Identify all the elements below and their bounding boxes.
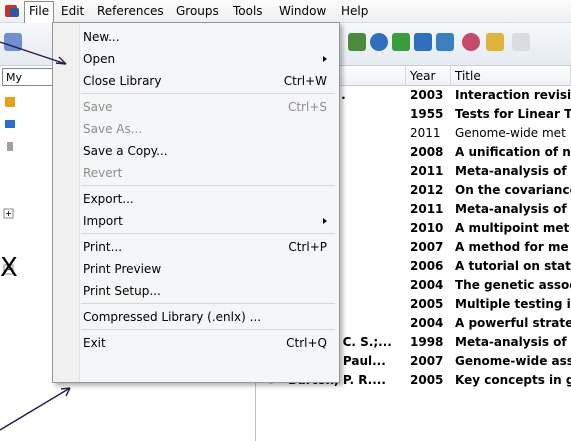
menu-file[interactable]: File — [24, 1, 55, 23]
cell-year: 2010 — [410, 221, 444, 235]
menu-separator — [81, 93, 335, 94]
back-arrow-icon[interactable] — [392, 33, 410, 51]
cell-year: 2004 — [410, 316, 444, 330]
trash-icon[interactable] — [4, 140, 16, 152]
online-search-icon[interactable] — [436, 33, 454, 51]
menu-item-label: Compressed Library (.enlx) ... — [83, 310, 262, 324]
unfiled-icon[interactable] — [4, 118, 16, 130]
more-icon[interactable] — [512, 33, 530, 51]
cell-year: 2003 — [410, 88, 444, 102]
cell-year: 2011 — [410, 164, 444, 178]
menu-item-compressed-library-enlx[interactable]: Compressed Library (.enlx) ... — [55, 306, 337, 328]
find-fulltext-icon[interactable] — [462, 33, 480, 51]
expand-group-icon[interactable] — [3, 208, 15, 220]
insert-citation-icon[interactable] — [348, 33, 366, 51]
cell-year: 2007 — [410, 240, 444, 254]
cell-year: 2008 — [410, 145, 444, 159]
submenu-arrow-icon — [323, 56, 327, 62]
menu-help[interactable]: Help — [337, 3, 372, 19]
menu-item-label: Save — [83, 100, 113, 114]
cell-year: 2011 — [410, 202, 444, 216]
menu-item-label: Print... — [83, 240, 123, 254]
menu-item-revert: Revert — [55, 162, 337, 184]
menu-separator — [81, 303, 335, 304]
endnote-app-icon[interactable] — [4, 3, 20, 19]
cell-title: The genetic assoc — [455, 278, 571, 292]
annotation-x-mark: X — [0, 253, 18, 283]
menu-edit[interactable]: Edit — [57, 3, 88, 19]
menu-item-label: Close Library — [83, 74, 162, 88]
year-column-header[interactable]: Year — [406, 66, 451, 86]
menu-window[interactable]: Window — [275, 3, 330, 19]
menubar: File Edit References Groups Tools Window… — [0, 0, 571, 23]
menu-item-print-setup[interactable]: Print Setup... — [55, 280, 337, 302]
cell-title: Tests for Linear T — [455, 107, 571, 121]
library-icon[interactable] — [4, 33, 22, 51]
menu-item-label: Revert — [83, 166, 123, 180]
cell-title: Key concepts in g — [455, 373, 571, 387]
menu-item-label: New... — [83, 30, 120, 44]
cell-title: A tutorial on stat — [455, 259, 571, 273]
menu-item-label: Print Preview — [83, 262, 162, 276]
menu-item-label: Exit — [83, 336, 106, 350]
cell-year: 2007 — [410, 354, 444, 368]
menu-item-save-a-copy[interactable]: Save a Copy... — [55, 140, 337, 162]
search-icon[interactable] — [370, 33, 388, 51]
open-folder-icon[interactable] — [486, 33, 504, 51]
cell-title: Meta-analysis of — [455, 202, 567, 216]
cell-title: A unification of n — [455, 145, 571, 159]
cell-year: 2012 — [410, 183, 444, 197]
title-column-header[interactable]: Title — [451, 66, 571, 86]
menu-item-label: Save a Copy... — [83, 144, 168, 158]
cell-year: 2005 — [410, 297, 444, 311]
menu-item-label: Open — [83, 52, 116, 66]
cell-year: 1955 — [410, 107, 444, 121]
all-references-icon[interactable] — [4, 96, 16, 108]
forward-arrow-icon[interactable] — [414, 33, 432, 51]
menu-item-print-preview[interactable]: Print Preview — [55, 258, 337, 280]
cell-year: 1998 — [410, 335, 444, 349]
menu-separator — [81, 329, 335, 330]
menu-item-open[interactable]: Open — [55, 48, 337, 70]
cell-title: Genome-wide met — [455, 126, 566, 140]
cell-title: A powerful strate — [455, 316, 571, 330]
cell-title: Genome-wide ass — [455, 354, 571, 368]
menu-item-shortcut: Ctrl+S — [287, 100, 327, 114]
cell-title: Meta-analysis of — [455, 335, 567, 349]
cell-year: 2005 — [410, 373, 444, 387]
menu-item-import[interactable]: Import — [55, 210, 337, 232]
menu-separator — [81, 185, 335, 186]
cell-year: 2004 — [410, 278, 444, 292]
menu-item-shortcut: Ctrl+Q — [286, 336, 327, 350]
menu-item-label: Save As... — [83, 122, 143, 136]
menu-item-label: Export... — [83, 192, 134, 206]
menu-item-label: Print Setup... — [83, 284, 161, 298]
cell-year: 2006 — [410, 259, 444, 273]
menu-item-save: Save Ctrl+S — [55, 96, 337, 118]
cell-year: 2011 — [410, 126, 441, 140]
cell-title: A method for me — [455, 240, 569, 254]
menu-item-close-library[interactable]: Close Library Ctrl+W — [55, 70, 337, 92]
menu-item-shortcut: Ctrl+W — [283, 74, 327, 88]
submenu-arrow-icon — [323, 218, 327, 224]
menu-item-save-as: Save As... — [55, 118, 337, 140]
menu-item-label: Import — [83, 214, 123, 228]
cell-title: A multipoint met — [455, 221, 570, 235]
menu-item-shortcut: Ctrl+P — [288, 240, 327, 254]
menu-tools[interactable]: Tools — [229, 3, 267, 19]
menu-item-export[interactable]: Export... — [55, 188, 337, 210]
menu-groups[interactable]: Groups — [172, 3, 223, 19]
cell-title: Multiple testing i — [455, 297, 571, 311]
menu-references[interactable]: References — [93, 3, 168, 19]
menu-item-new[interactable]: New... — [55, 26, 337, 48]
cell-title: Interaction revisit — [455, 88, 571, 102]
menu-item-print[interactable]: Print... Ctrl+P — [55, 236, 337, 258]
file-menu: New... Open Close Library Ctrl+W Save Ctrl+S S… — [52, 22, 340, 383]
cell-title: On the covariance — [455, 183, 571, 197]
cell-title: Meta-analysis of — [455, 164, 567, 178]
menu-item-exit[interactable]: Exit Ctrl+Q — [55, 332, 337, 354]
menu-separator — [81, 233, 335, 234]
